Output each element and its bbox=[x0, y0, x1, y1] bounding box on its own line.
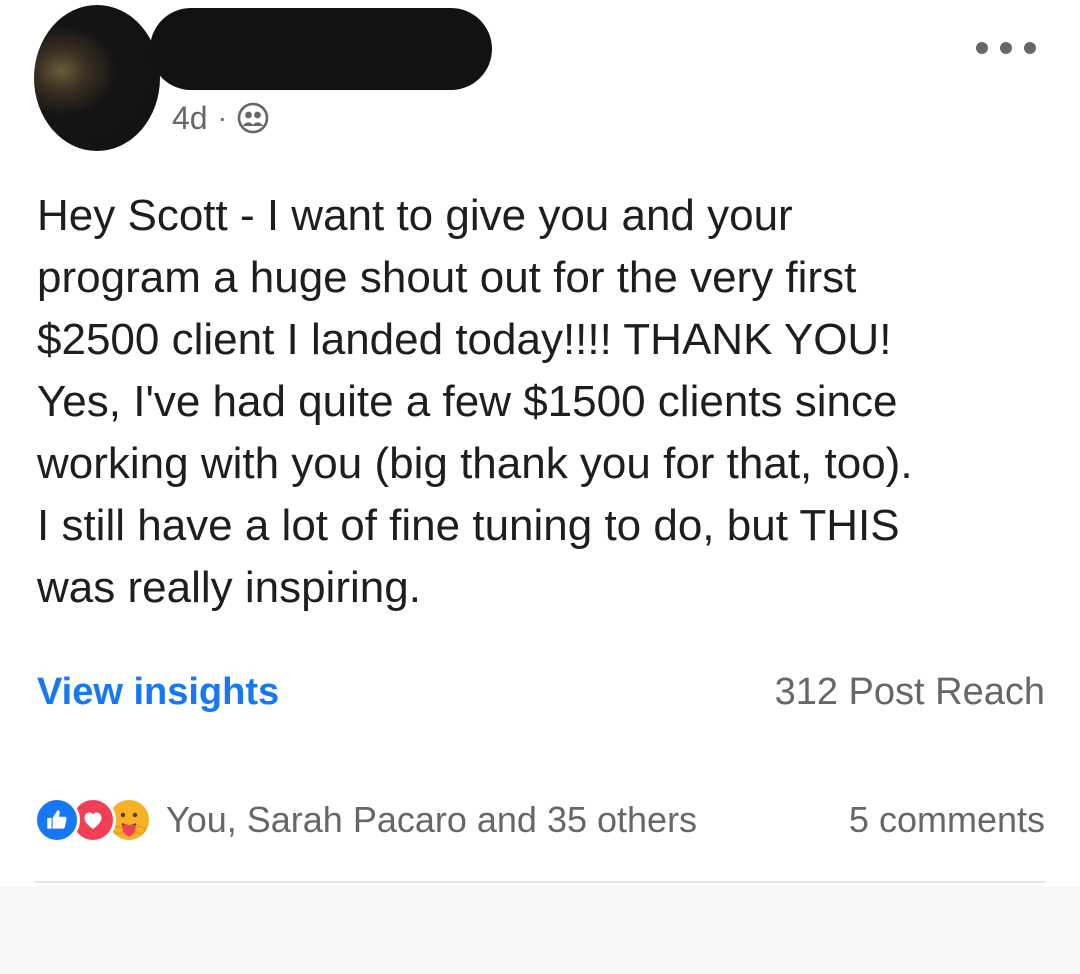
post-text-line: Hey Scott - I want to give you and your bbox=[37, 191, 793, 240]
post-text-line: Yes, I've had quite a few $1500 clients … bbox=[37, 377, 898, 426]
friends-icon[interactable] bbox=[237, 102, 269, 134]
post-body: Hey Scott - I want to give you and your … bbox=[37, 185, 1047, 619]
post-text-line: I still have a lot of fine tuning to do,… bbox=[37, 501, 900, 550]
post-reach-count: 312 Post Reach bbox=[774, 670, 1045, 713]
meta-separator: · bbox=[217, 102, 227, 133]
post-header: 4d · bbox=[0, 0, 1080, 160]
view-insights-link[interactable]: View insights bbox=[37, 671, 279, 714]
post-text-line: working with you (big thank you for that… bbox=[37, 439, 913, 488]
reaction-summary[interactable]: You, Sarah Pacaro and 35 others bbox=[34, 797, 697, 843]
divider bbox=[34, 881, 1046, 883]
avatar[interactable] bbox=[34, 5, 160, 151]
comments-count[interactable]: 5 comments bbox=[849, 799, 1045, 841]
post-text-line: $2500 client I landed today!!!! THANK YO… bbox=[37, 315, 892, 364]
more-horizontal-icon bbox=[976, 42, 988, 54]
post-text-line: was really inspiring. bbox=[37, 563, 421, 612]
author-name-redacted[interactable] bbox=[150, 8, 492, 90]
reaction-summary-text: You, Sarah Pacaro and 35 others bbox=[166, 799, 698, 840]
insights-row: View insights 312 Post Reach bbox=[37, 662, 1045, 722]
post-text-line: program a huge shout out for the very fi… bbox=[37, 253, 857, 302]
more-options-button[interactable] bbox=[976, 30, 1036, 66]
like-icon bbox=[34, 797, 80, 843]
footer-area bbox=[0, 886, 1080, 974]
post-timestamp[interactable]: 4d bbox=[172, 100, 208, 137]
reactions-row: You, Sarah Pacaro and 35 others 5 commen… bbox=[34, 790, 1045, 850]
reaction-icons bbox=[34, 797, 152, 843]
post-meta: 4d · bbox=[172, 98, 269, 138]
